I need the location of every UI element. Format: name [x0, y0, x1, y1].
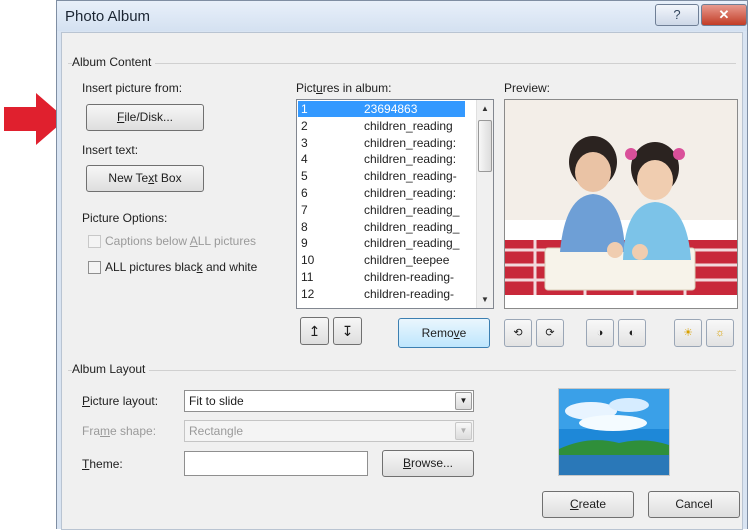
- picture-options-label: Picture Options:: [82, 211, 168, 225]
- preview-label: Preview:: [504, 81, 551, 95]
- close-button[interactable]: ✕: [701, 4, 747, 26]
- contrast-more-icon[interactable]: ◑: [586, 319, 614, 347]
- rotate-right-icon[interactable]: ⟳: [536, 319, 564, 347]
- frame-shape-select[interactable]: Rectangle ▼: [184, 420, 474, 442]
- black-white-checkbox[interactable]: [88, 261, 101, 274]
- black-white-label: ALL pictures black and white: [105, 260, 258, 274]
- insert-text-label: Insert text:: [82, 143, 139, 157]
- album-content-group-title: Album Content: [72, 55, 156, 69]
- list-item-number: 11: [301, 270, 314, 284]
- list-item-number: 8: [301, 219, 308, 234]
- list-item-name: children_reading:: [364, 152, 457, 167]
- brightness-more-icon[interactable]: ☀: [674, 319, 702, 347]
- list-item-number: 4: [301, 152, 308, 167]
- help-button[interactable]: ?: [655, 4, 699, 26]
- insert-picture-from-label: Insert picture from:: [82, 81, 183, 95]
- chevron-down-icon[interactable]: ▼: [455, 392, 472, 410]
- scroll-down-icon[interactable]: ▼: [477, 291, 493, 308]
- preview-image: [504, 99, 738, 309]
- list-item-name: children_reading:: [364, 186, 457, 200]
- cancel-button[interactable]: Cancel: [648, 491, 740, 518]
- move-up-button[interactable]: ↥: [300, 317, 329, 345]
- theme-input[interactable]: [184, 451, 368, 476]
- list-item[interactable]: 1 23694863: [298, 101, 465, 117]
- scroll-up-icon[interactable]: ▲: [477, 100, 493, 117]
- brightness-less-icon[interactable]: ☼: [706, 319, 734, 347]
- list-item-name: children_teepee: [364, 253, 450, 268]
- list-item-name: children_reading_: [364, 219, 460, 234]
- move-down-button[interactable]: ↧: [333, 317, 362, 345]
- list-item-name: children_reading_: [364, 202, 460, 217]
- chevron-down-icon[interactable]: ▼: [455, 422, 472, 440]
- file-disk-button[interactable]: File/Disk...: [86, 104, 204, 131]
- picture-layout-label: Picture layout:: [82, 394, 159, 408]
- list-item-name: children_reading-: [364, 169, 457, 184]
- window-title: Photo Album: [65, 8, 151, 25]
- frame-shape-label: Frame shape:: [82, 424, 157, 438]
- scroll-thumb[interactable]: [478, 120, 492, 172]
- album-layout-divider: [68, 370, 736, 371]
- list-item-number: 10: [301, 253, 315, 268]
- picture-layout-select[interactable]: Fit to slide ▼: [184, 390, 474, 412]
- rotate-left-icon[interactable]: ⟲: [504, 319, 532, 347]
- album-layout-group-title: Album Layout: [72, 362, 150, 376]
- sky-landscape-thumbnail: [559, 389, 669, 475]
- list-item-number: 9: [301, 236, 308, 251]
- list-item-name: 23694863: [364, 102, 418, 116]
- list-item-name: children_reading:: [364, 135, 457, 150]
- create-button[interactable]: Create: [542, 491, 634, 518]
- theme-label: Theme:: [82, 457, 123, 471]
- pictures-in-album-label: Pictures in album:: [296, 81, 392, 95]
- list-item-number: 3: [301, 135, 308, 150]
- title-bar: Photo Album ? ✕: [57, 1, 747, 31]
- list-item-name: children_reading_: [364, 236, 460, 251]
- list-item-number: 7: [301, 202, 308, 217]
- list-item-name: children_reading: [364, 118, 453, 133]
- contrast-less-icon[interactable]: ◐: [618, 319, 646, 347]
- list-item-number: 6: [301, 186, 308, 200]
- album-content-divider: [68, 63, 736, 64]
- listbox-scrollbar[interactable]: ▲ ▼: [476, 100, 493, 308]
- list-item-number: 2: [301, 118, 308, 133]
- list-item-number: 12: [301, 286, 315, 301]
- children-reading-photo: [505, 100, 737, 308]
- remove-button[interactable]: Remove: [398, 318, 490, 348]
- captions-checkbox[interactable]: [88, 235, 101, 248]
- list-item-name: children-reading-: [364, 286, 455, 301]
- new-text-box-button[interactable]: New Text Box: [86, 165, 204, 192]
- browse-button[interactable]: Browse...: [382, 450, 474, 477]
- list-item-name: children-reading-: [364, 270, 455, 284]
- dialog-body: Album Content Insert picture from: File/…: [61, 32, 743, 530]
- pictures-listbox[interactable]: 1 23694863 2 children_reading 3 children_read…: [296, 99, 494, 309]
- photo-album-dialog: Photo Album ? ✕ Album Content Insert pic…: [56, 0, 748, 530]
- layout-preview-image: [558, 388, 670, 476]
- captions-label: Captions below ALL pictures: [105, 234, 257, 248]
- list-item-number: 1: [301, 102, 308, 116]
- list-item-number: 5: [301, 169, 308, 184]
